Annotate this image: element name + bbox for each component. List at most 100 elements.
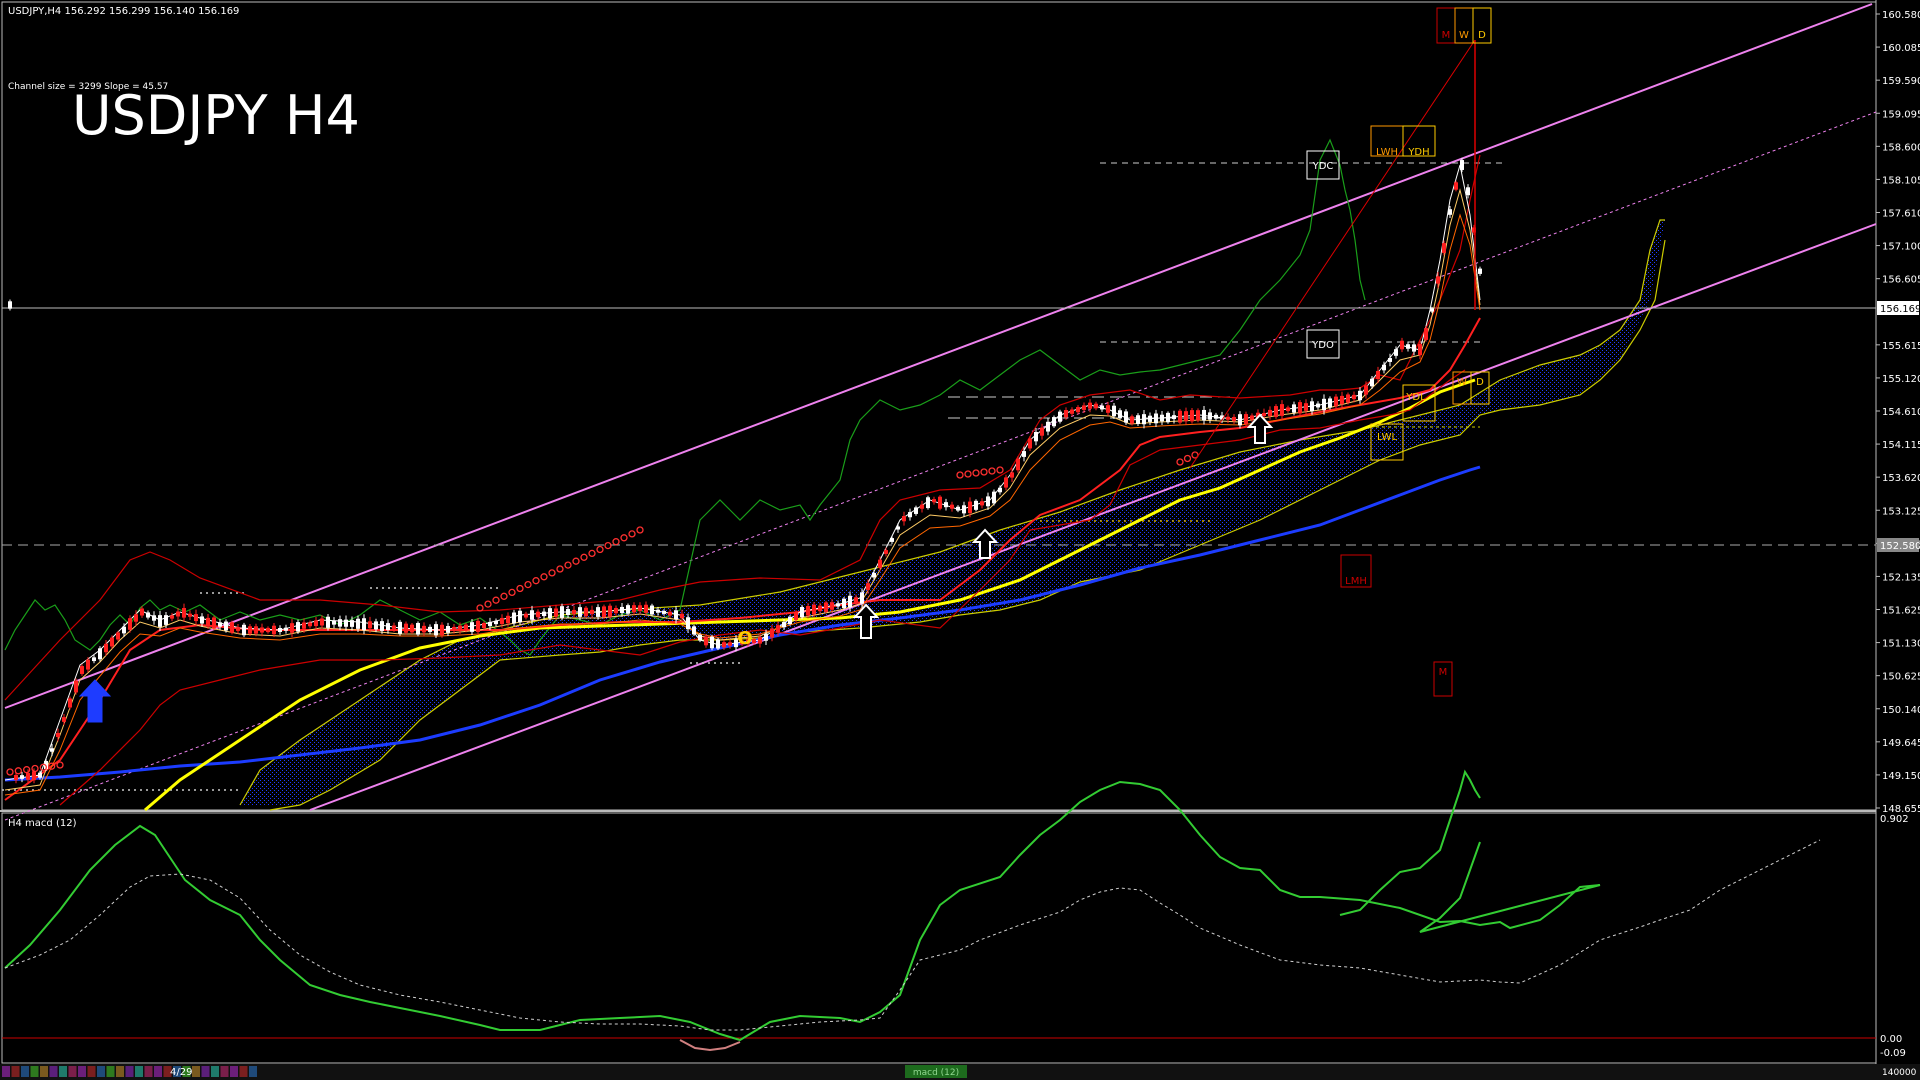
tab-swatch[interactable] [97,1066,105,1077]
candle-body [494,620,498,625]
tab-swatch[interactable] [230,1066,238,1077]
candle-body [458,625,462,631]
tab-swatch[interactable] [21,1066,29,1077]
candle-body [1436,276,1440,284]
symbol-info: USDJPY,H4 156.292 156.299 156.140 156.16… [8,6,239,17]
tab-swatch[interactable] [40,1066,48,1077]
price-tick-label: 149.150 [1882,771,1920,782]
candle-body [530,610,534,620]
tab-swatch[interactable] [192,1066,200,1077]
candle-body [500,617,504,625]
candle-body [962,505,966,514]
buy-arrow-blue [78,679,112,723]
price-tick-label: 159.095 [1882,109,1920,120]
candle-body [806,606,810,616]
candle-body [956,506,960,511]
tab-swatch[interactable] [78,1066,86,1077]
sar-dot [628,530,636,538]
tab-swatch[interactable] [59,1066,67,1077]
candle-body [854,597,858,603]
tab-swatch[interactable] [68,1066,77,1077]
tab-swatch[interactable] [125,1066,134,1077]
candle-body [1244,414,1248,424]
candle-body [170,615,174,619]
candle-body [320,618,324,626]
candle-body [248,626,252,634]
tab-swatch[interactable] [87,1066,96,1077]
candle-body [1442,243,1446,253]
candle-body [428,626,432,632]
macd-negative [679,1039,741,1052]
price-tick-label: 151.625 [1882,606,1920,617]
sar-dot [612,538,620,546]
price-chart[interactable]: YDC YDO LWH YDH M W D YDL W D LWL LMH M … [0,0,1920,1080]
candle-body [398,621,402,634]
candle-body [554,608,558,617]
candle-body [380,621,384,631]
candle-body [716,639,720,649]
candle-body [1400,340,1404,350]
candle-body [128,618,132,630]
candle-body [1424,328,1428,340]
candle-body [1028,438,1032,449]
candle-body [992,491,996,504]
candle-body [242,624,246,636]
candle-body [272,625,276,635]
candle-body [506,615,510,624]
candle-body [1346,394,1350,403]
tab-swatch[interactable] [30,1066,39,1077]
candle-body [704,636,708,646]
candle-body [1136,415,1140,424]
tab-swatch[interactable] [211,1066,219,1077]
candle-body [512,612,516,624]
tab-swatch[interactable] [106,1066,115,1077]
current-price-label: 156.169 [1880,304,1920,315]
candle-body [1340,395,1344,405]
tab-swatch[interactable] [201,1066,210,1077]
macd-line-tail [1339,769,1481,916]
macd-panel-frame [1,812,1877,1064]
tab-swatch[interactable] [239,1066,248,1077]
tab-swatch[interactable] [11,1066,20,1077]
sar-dot [540,573,548,581]
candle-body [1328,398,1332,408]
candle-body [1382,364,1386,371]
candle-body [812,604,816,615]
candle-body [1064,410,1068,418]
candle-body [26,773,30,780]
m-label-low: M [1439,667,1448,678]
candle-body [1388,358,1392,362]
tab-swatch[interactable] [249,1066,257,1077]
candle-body [902,516,906,522]
tab-swatch[interactable] [116,1066,124,1077]
candle-body [1454,182,1458,190]
price-tick-label: 158.600 [1882,142,1920,153]
sar-dot [56,761,64,769]
candle-body [1352,394,1356,400]
d-label-top: D [1478,30,1486,41]
tab-swatch[interactable] [144,1066,153,1077]
candle-body [674,610,678,620]
macd-tab-label: macd (12) [913,1068,959,1078]
tab-swatch[interactable] [49,1066,58,1077]
price-tick-label: 150.140 [1882,705,1920,716]
tab-swatch[interactable] [135,1066,143,1077]
candle-body [434,624,438,636]
price-tick-label: 150.625 [1882,672,1920,683]
sar-dot [23,766,31,774]
candle-body [524,613,528,618]
tab-swatch[interactable] [2,1066,10,1077]
candle-body [20,775,24,779]
candle-body [122,626,126,634]
sar-dot [588,549,596,558]
candle-body [566,608,570,616]
tab-swatch[interactable] [154,1066,162,1077]
w-label-top: W [1459,30,1469,41]
sar-dot [556,565,564,573]
tab-swatches[interactable] [2,1066,257,1077]
bottom-date: 4/29 [170,1067,192,1078]
tab-swatch[interactable] [220,1066,229,1077]
sar-dot [620,534,628,542]
candle-body [1160,414,1164,422]
price-tick-label: 154.115 [1882,440,1920,451]
